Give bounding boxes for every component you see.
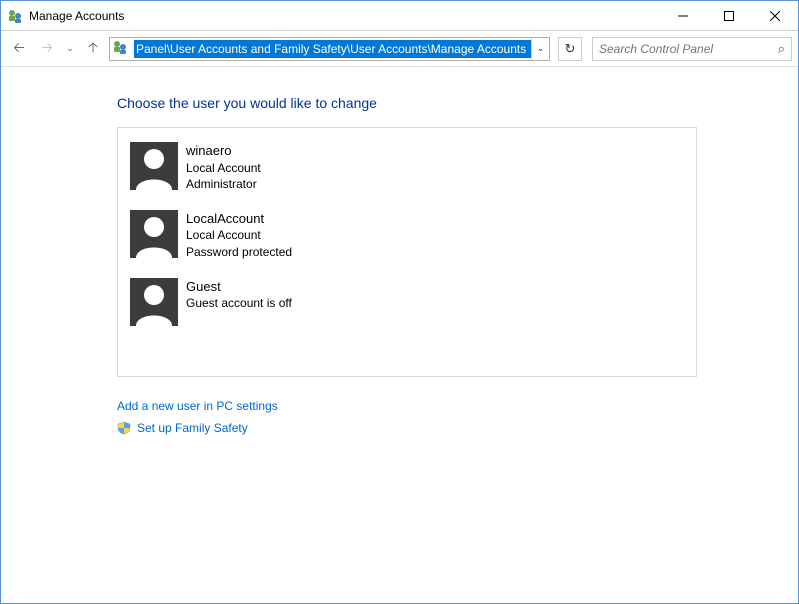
close-button[interactable] <box>752 1 798 31</box>
avatar-icon <box>130 278 178 326</box>
account-name: Guest <box>186 278 292 296</box>
avatar-icon <box>130 210 178 258</box>
account-info: winaero Local Account Administrator <box>186 142 261 192</box>
account-item[interactable]: winaero Local Account Administrator <box>130 142 410 192</box>
account-type: Local Account <box>186 227 292 243</box>
search-box[interactable]: ⌕ <box>592 37 792 61</box>
avatar-icon <box>130 142 178 190</box>
account-item[interactable]: Guest Guest account is off <box>130 278 410 326</box>
account-type: Local Account <box>186 160 261 176</box>
forward-button[interactable]: 🡢 <box>35 37 59 61</box>
address-bar[interactable]: Panel\User Accounts and Family Safety\Us… <box>109 37 550 61</box>
add-user-label: Add a new user in PC settings <box>117 399 278 413</box>
account-item[interactable]: LocalAccount Local Account Password prot… <box>130 210 410 260</box>
refresh-button[interactable]: ↻ <box>558 37 582 61</box>
titlebar: Manage Accounts <box>1 1 798 31</box>
up-button[interactable]: 🡡 <box>81 37 105 61</box>
family-safety-label: Set up Family Safety <box>137 421 248 435</box>
account-name: LocalAccount <box>186 210 292 228</box>
account-status: Guest account is off <box>186 295 292 311</box>
search-icon: ⌕ <box>778 41 785 57</box>
navbar: 🡠 🡢 ⌄ 🡡 Panel\User Accounts and Family S… <box>1 31 798 67</box>
shield-icon <box>117 421 131 435</box>
back-button[interactable]: 🡠 <box>7 37 31 61</box>
add-user-link[interactable]: Add a new user in PC settings <box>117 399 798 413</box>
window-controls <box>660 1 798 30</box>
account-role: Administrator <box>186 176 261 192</box>
accounts-list: winaero Local Account Administrator Loca… <box>117 127 697 377</box>
action-links: Add a new user in PC settings Set up Fam… <box>117 399 798 435</box>
address-dropdown[interactable]: ⌄ <box>531 38 549 60</box>
family-safety-link[interactable]: Set up Family Safety <box>117 421 798 435</box>
account-info: LocalAccount Local Account Password prot… <box>186 210 292 260</box>
content-area: Choose the user you would like to change… <box>1 67 798 435</box>
page-heading: Choose the user you would like to change <box>117 95 798 111</box>
minimize-button[interactable] <box>660 1 706 31</box>
account-name: winaero <box>186 142 261 160</box>
recent-locations-dropdown[interactable]: ⌄ <box>63 37 77 61</box>
account-status: Password protected <box>186 244 292 260</box>
maximize-button[interactable] <box>706 1 752 31</box>
search-input[interactable] <box>599 42 778 56</box>
window-title: Manage Accounts <box>29 9 660 23</box>
address-text[interactable]: Panel\User Accounts and Family Safety\Us… <box>134 40 531 58</box>
app-icon <box>7 8 23 24</box>
account-info: Guest Guest account is off <box>186 278 292 326</box>
address-icon <box>112 39 132 59</box>
